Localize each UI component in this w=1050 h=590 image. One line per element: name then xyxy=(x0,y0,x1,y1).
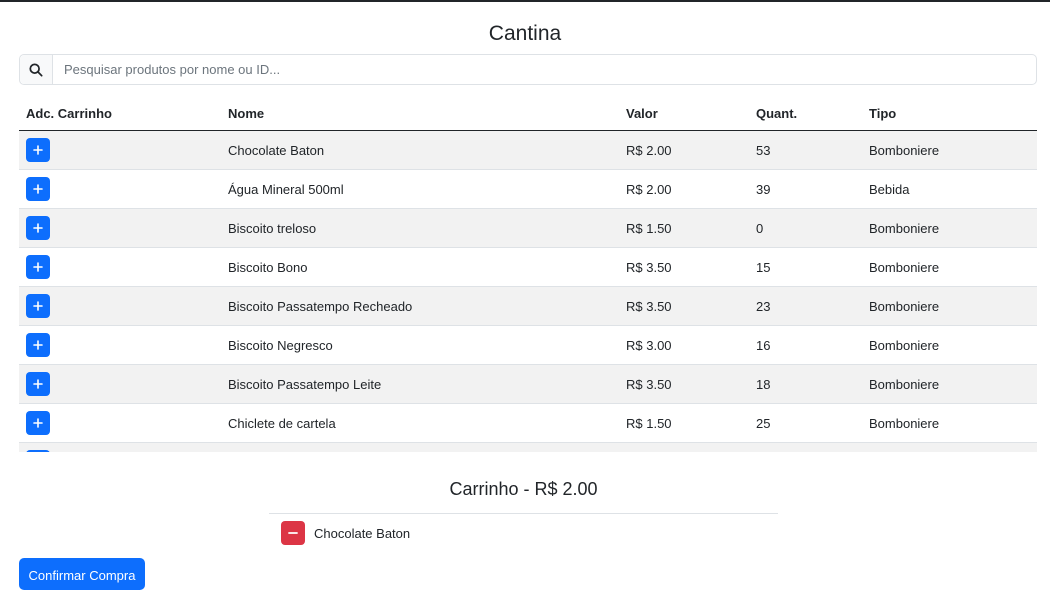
product-quantity: 39 xyxy=(756,181,771,197)
add-to-cart-button[interactable] xyxy=(26,294,50,318)
header-name: Nome xyxy=(228,106,265,121)
product-price: R$ 3.50 xyxy=(626,376,672,392)
search-input[interactable] xyxy=(53,55,1036,84)
table-row: Água Mineral 500ml R$ 2.00 39 Bebida xyxy=(19,170,1037,209)
product-name: Biscoito Passatempo Leite xyxy=(228,376,382,392)
table-row: Biscoito Passatempo Leite R$ 3.50 18 Bom… xyxy=(19,365,1037,404)
header-type: Tipo xyxy=(869,106,897,121)
product-price: R$ 3.50 xyxy=(626,298,672,314)
product-type: Bomboniere xyxy=(869,298,940,314)
product-type: Bomboniere xyxy=(869,142,940,158)
cart-item-name: Chocolate Baton xyxy=(314,525,411,541)
add-to-cart-button[interactable] xyxy=(26,138,50,162)
table-row: Biscoito Bono R$ 3.50 15 Bomboniere xyxy=(19,248,1037,287)
plus-icon xyxy=(33,262,43,272)
add-to-cart-button[interactable] xyxy=(26,372,50,396)
page-title: Cantina xyxy=(488,22,562,45)
plus-icon xyxy=(33,223,43,233)
cart-title: Carrinho - R$ 2.00 xyxy=(449,479,598,499)
product-quantity: 18 xyxy=(756,376,771,392)
header-price: Valor xyxy=(626,106,658,121)
plus-icon xyxy=(33,418,43,428)
table-row: Chocolate Baton R$ 2.00 53 Bomboniere xyxy=(19,131,1037,170)
add-to-cart-button[interactable] xyxy=(26,177,50,201)
plus-icon xyxy=(33,301,43,311)
remove-from-cart-button[interactable] xyxy=(281,521,305,545)
product-type: Bomboniere xyxy=(869,376,940,392)
add-to-cart-button[interactable] xyxy=(26,255,50,279)
plus-icon xyxy=(33,184,43,194)
add-to-cart-button[interactable] xyxy=(26,333,50,357)
add-to-cart-button[interactable] xyxy=(26,411,50,435)
product-type: Bomboniere xyxy=(869,337,940,353)
plus-icon xyxy=(33,379,43,389)
search-icon xyxy=(20,55,53,84)
product-price: R$ 1.50 xyxy=(626,220,672,236)
product-type: Bomboniere xyxy=(869,220,940,236)
product-price: R$ 2.00 xyxy=(626,142,672,158)
add-to-cart-button[interactable] xyxy=(26,450,50,452)
product-type: Bomboniere xyxy=(869,259,940,275)
top-border xyxy=(0,0,1050,2)
plus-icon xyxy=(33,340,43,350)
product-name: Biscoito Passatempo Recheado xyxy=(228,298,413,314)
product-quantity: 23 xyxy=(756,298,771,314)
product-name: Chiclete de cartela xyxy=(228,415,336,431)
product-name: Biscoito Bono xyxy=(228,259,308,275)
product-quantity: 15 xyxy=(756,259,771,275)
table-header: Adc. Carrinho Nome Valor Quant. Tipo xyxy=(19,97,1037,131)
confirm-purchase-button[interactable]: Confirmar Compra xyxy=(19,558,145,590)
table-row: Chiclete de cartela R$ 1.50 25 Bombonier… xyxy=(19,404,1037,443)
header-quantity: Quant. xyxy=(756,106,798,121)
product-type: Bebida xyxy=(869,181,910,197)
product-name: Água Mineral 500ml xyxy=(228,181,344,197)
cart-item: Chocolate Baton xyxy=(269,514,778,552)
product-price: R$ 1.50 xyxy=(626,415,672,431)
product-price: R$ 3.50 xyxy=(626,259,672,275)
product-quantity: 25 xyxy=(756,415,771,431)
product-price: R$ 3.00 xyxy=(626,337,672,353)
product-quantity: 53 xyxy=(756,142,771,158)
add-to-cart-button[interactable] xyxy=(26,216,50,240)
search-bar xyxy=(19,54,1037,85)
table-row: Biscoito Passatempo Recheado R$ 3.50 23 … xyxy=(19,287,1037,326)
product-quantity: 0 xyxy=(756,220,764,236)
minus-icon xyxy=(288,532,298,534)
table-row: Biscoito Negresco R$ 3.00 16 Bomboniere xyxy=(19,326,1037,365)
cart-list: Chocolate Baton xyxy=(269,513,778,552)
table-row xyxy=(19,443,1037,452)
product-type: Bomboniere xyxy=(869,415,940,431)
table-row: Biscoito treloso R$ 1.50 0 Bomboniere xyxy=(19,209,1037,248)
product-name: Chocolate Baton xyxy=(228,142,325,158)
product-name: Biscoito treloso xyxy=(228,220,317,236)
product-name: Biscoito Negresco xyxy=(228,337,333,353)
header-add-to-cart: Adc. Carrinho xyxy=(26,106,112,121)
products-table: Adc. Carrinho Nome Valor Quant. Tipo Cho… xyxy=(19,97,1037,452)
plus-icon xyxy=(33,145,43,155)
product-quantity: 16 xyxy=(756,337,771,353)
product-price: R$ 2.00 xyxy=(626,181,672,197)
